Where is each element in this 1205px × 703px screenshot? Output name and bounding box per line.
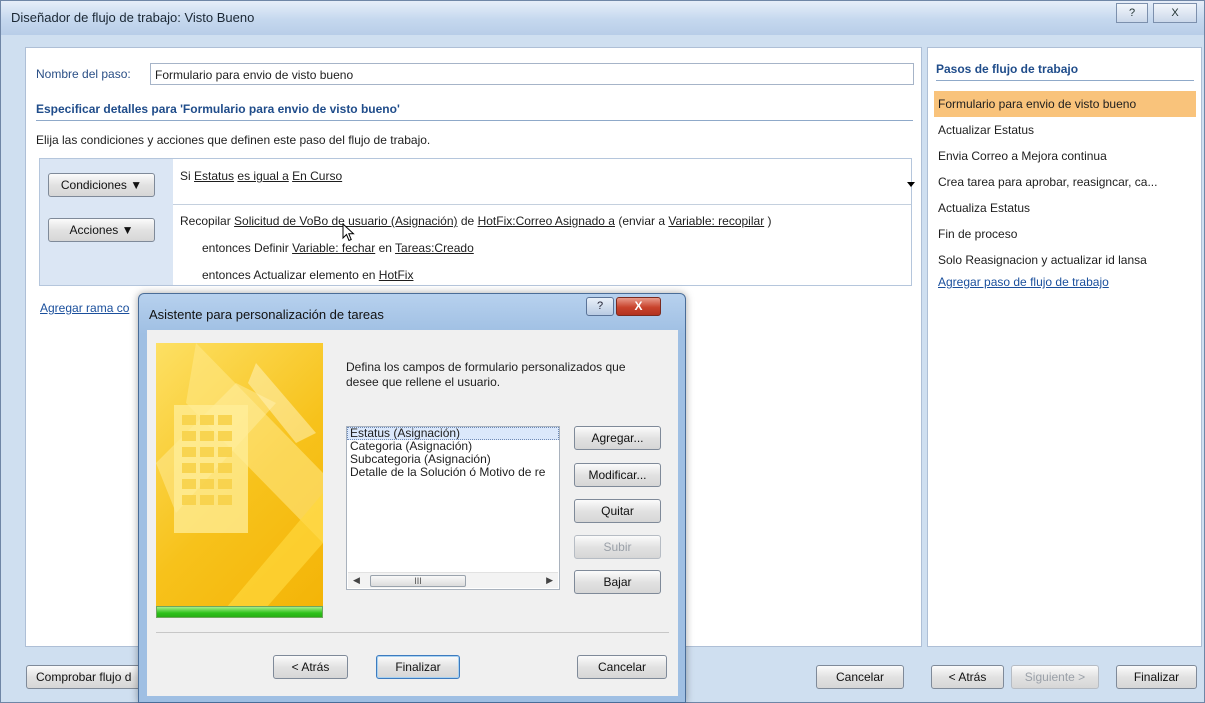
step-item[interactable]: Fin de proceso <box>934 221 1196 247</box>
finish-button[interactable]: Finalizar <box>1116 665 1197 689</box>
move-down-button[interactable]: Bajar <box>574 570 661 594</box>
step-item[interactable]: Envia Correo a Mejora continua <box>934 143 1196 169</box>
list-item[interactable]: Categoria (Asignación) <box>347 440 559 453</box>
horizontal-scrollbar[interactable]: ◀ III ▶ <box>348 572 558 588</box>
step-description: Elija las condiciones y acciones que def… <box>36 133 431 147</box>
task-customization-dialog: Asistente para personalización de tareas… <box>138 293 686 703</box>
dialog-body: Defina los campos de formulario personal… <box>147 330 678 696</box>
list-item[interactable]: Subcategoria (Asignación) <box>347 453 559 466</box>
scroll-right-icon[interactable]: ▶ <box>546 575 553 586</box>
workflow-steps-panel: Pasos de flujo de trabajo Formulario par… <box>927 47 1202 647</box>
action1-from-link[interactable]: HotFix:Correo Asignado a <box>478 214 615 228</box>
action1-variable-link[interactable]: Variable: recopilar <box>668 214 764 228</box>
steps-heading: Pasos de flujo de trabajo <box>936 62 1194 81</box>
condition-rule: Si Estatus es igual a En Curso <box>180 169 342 183</box>
step-item[interactable]: Solo Reasignacion y actualizar id lansa <box>934 247 1196 273</box>
action2-prefix: entonces Definir <box>202 241 289 255</box>
action-update-rule: entonces Actualizar elemento en HotFix <box>202 268 413 282</box>
add-step-link[interactable]: Agregar paso de flujo de trabajo <box>934 273 1196 291</box>
help-button[interactable]: ? <box>1116 3 1148 23</box>
wizard-progress-bar <box>156 606 323 618</box>
rule-dropdown-icon[interactable] <box>907 182 915 187</box>
scroll-thumb[interactable]: III <box>370 575 466 587</box>
mouse-cursor-icon <box>342 223 355 242</box>
action1-send-text: (enviar a <box>618 214 666 228</box>
back-button[interactable]: < Atrás <box>931 665 1004 689</box>
action2-in-word: en <box>378 241 392 255</box>
step-item[interactable]: Actualizar Estatus <box>934 117 1196 143</box>
step-item[interactable]: Crea tarea para aprobar, reasigncar, ca.… <box>934 169 1196 195</box>
dialog-close-button[interactable]: X <box>616 297 661 316</box>
step-item[interactable]: Formulario para envio de visto bueno <box>934 91 1196 117</box>
action2-variable-link[interactable]: Variable: fechar <box>292 241 375 255</box>
condition-prefix: Si <box>180 169 191 183</box>
condition-value-link[interactable]: En Curso <box>292 169 342 183</box>
action2-value-link[interactable]: Tareas:Creado <box>395 241 474 255</box>
wizard-banner-image <box>156 343 323 608</box>
action1-from-word: de <box>460 214 475 228</box>
step-item[interactable]: Actualiza Estatus <box>934 195 1196 221</box>
dialog-separator <box>156 632 669 633</box>
wizard-back-button[interactable]: < Atrás <box>273 655 348 679</box>
list-item[interactable]: Estatus (Asignación) <box>347 427 559 440</box>
remove-field-button[interactable]: Quitar <box>574 499 661 523</box>
form-fields-listbox[interactable]: Estatus (Asignación) Categoria (Asignaci… <box>346 426 560 590</box>
step-name-input[interactable]: Formulario para envio de visto bueno <box>150 63 914 85</box>
window-title: Diseñador de flujo de trabajo: Visto Bue… <box>11 10 255 25</box>
dialog-help-button[interactable]: ? <box>586 297 614 316</box>
conditions-button[interactable]: Condiciones ▼ <box>48 173 155 197</box>
action1-prefix: Recopilar <box>180 214 231 228</box>
check-workflow-button[interactable]: Comprobar flujo d <box>26 665 146 689</box>
action-set-rule: entonces Definir Variable: fechar en Tar… <box>202 241 474 255</box>
step-name-label: Nombre del paso: <box>36 67 131 81</box>
section-heading: Especificar detalles para 'Formulario pa… <box>36 102 913 121</box>
action3-prefix: entonces Actualizar elemento en <box>202 268 376 282</box>
modify-field-button[interactable]: Modificar... <box>574 463 661 487</box>
scroll-left-icon[interactable]: ◀ <box>353 575 360 586</box>
title-bar: Diseñador de flujo de trabajo: Visto Bue… <box>1 1 1204 35</box>
rules-separator <box>173 204 911 205</box>
cancel-button[interactable]: Cancelar <box>816 665 904 689</box>
condition-field-link[interactable]: Estatus <box>194 169 234 183</box>
close-button[interactable]: X <box>1153 3 1197 23</box>
wizard-finish-button[interactable]: Finalizar <box>376 655 460 679</box>
add-field-button[interactable]: Agregar... <box>574 426 661 450</box>
add-branch-link[interactable]: Agregar rama co <box>40 301 129 315</box>
condition-operator-link[interactable]: es igual a <box>237 169 288 183</box>
action3-list-link[interactable]: HotFix <box>379 268 414 282</box>
action-collect-rule: Recopilar Solicitud de VoBo de usuario (… <box>180 214 772 228</box>
move-up-button[interactable]: Subir <box>574 535 661 559</box>
dialog-title: Asistente para personalización de tareas <box>149 307 384 322</box>
action1-close: ) <box>767 214 772 228</box>
wizard-art-icon <box>156 343 323 608</box>
list-item[interactable]: Detalle de la Solución ó Motivo de re <box>347 466 559 479</box>
conditions-actions-box: Condiciones ▼ Acciones ▼ Si Estatus es i… <box>39 158 915 286</box>
next-button[interactable]: Siguiente > <box>1011 665 1099 689</box>
actions-button[interactable]: Acciones ▼ <box>48 218 155 242</box>
wizard-cancel-button[interactable]: Cancelar <box>577 655 667 679</box>
steps-list: Formulario para envio de visto bueno Act… <box>934 91 1196 291</box>
dialog-instructions: Defina los campos de formulario personal… <box>346 360 626 389</box>
